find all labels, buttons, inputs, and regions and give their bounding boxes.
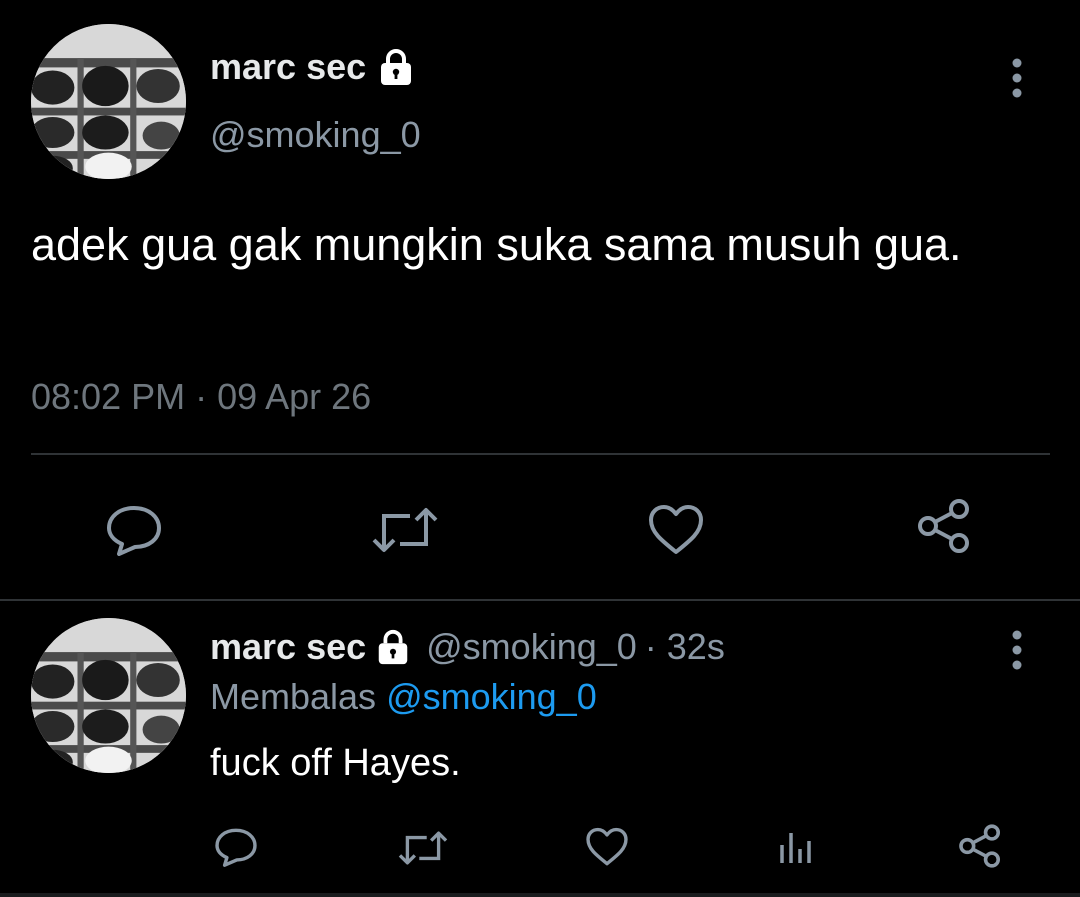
retweet-icon [398,831,448,865]
analytics-icon [780,833,811,863]
reply-text: fuck off Hayes. [210,742,461,784]
avatar-image [31,618,186,773]
avatar-image [31,24,186,179]
reply-icon [215,828,257,867]
author-name[interactable]: marc sec [210,46,366,88]
reply-header: marc sec @smoking_0 · 32s [210,626,725,668]
reply-button[interactable] [213,824,259,870]
avatar[interactable] [31,618,186,773]
analytics-button[interactable] [772,824,818,870]
reply-author-name[interactable]: marc sec [210,626,366,668]
more-icon[interactable] [1010,56,1024,100]
author-handle[interactable]: @smoking_0 [210,114,421,156]
more-icon[interactable] [1010,628,1024,672]
replying-to-mention[interactable]: @smoking_0 [386,676,597,717]
tweet-text: adek gua gak mungkin suka sama musuh gua… [31,219,962,270]
divider [31,453,1050,455]
retweet-button[interactable] [370,500,440,560]
share-icon [918,499,969,553]
tweet-timestamp[interactable]: 08:02 PM · 09 Apr 26 [31,376,371,418]
lock-icon [378,629,408,665]
reply-button[interactable] [104,500,164,560]
author-name-row[interactable]: marc sec [210,46,416,88]
reply-icon [107,506,161,556]
tweet-separator [0,599,1080,601]
replying-label: Membalas [210,676,377,717]
like-icon [586,827,628,866]
main-tweet: marc sec @smoking_0 adek gua gak mungkin… [0,0,1080,600]
share-button[interactable] [914,496,974,556]
reply-author-handle[interactable]: @smoking_0 [426,626,637,668]
like-icon [649,505,703,554]
share-icon [959,824,1001,868]
like-button[interactable] [646,500,706,560]
replying-to: Membalas @smoking_0 [210,676,597,718]
reply-age: · 32s [644,626,725,667]
like-button[interactable] [584,824,630,870]
avatar[interactable] [31,24,186,179]
retweet-icon [372,508,438,552]
share-button[interactable] [956,822,1004,870]
lock-icon [381,49,412,85]
bottom-edge [0,893,1080,897]
retweet-button[interactable] [396,826,450,870]
